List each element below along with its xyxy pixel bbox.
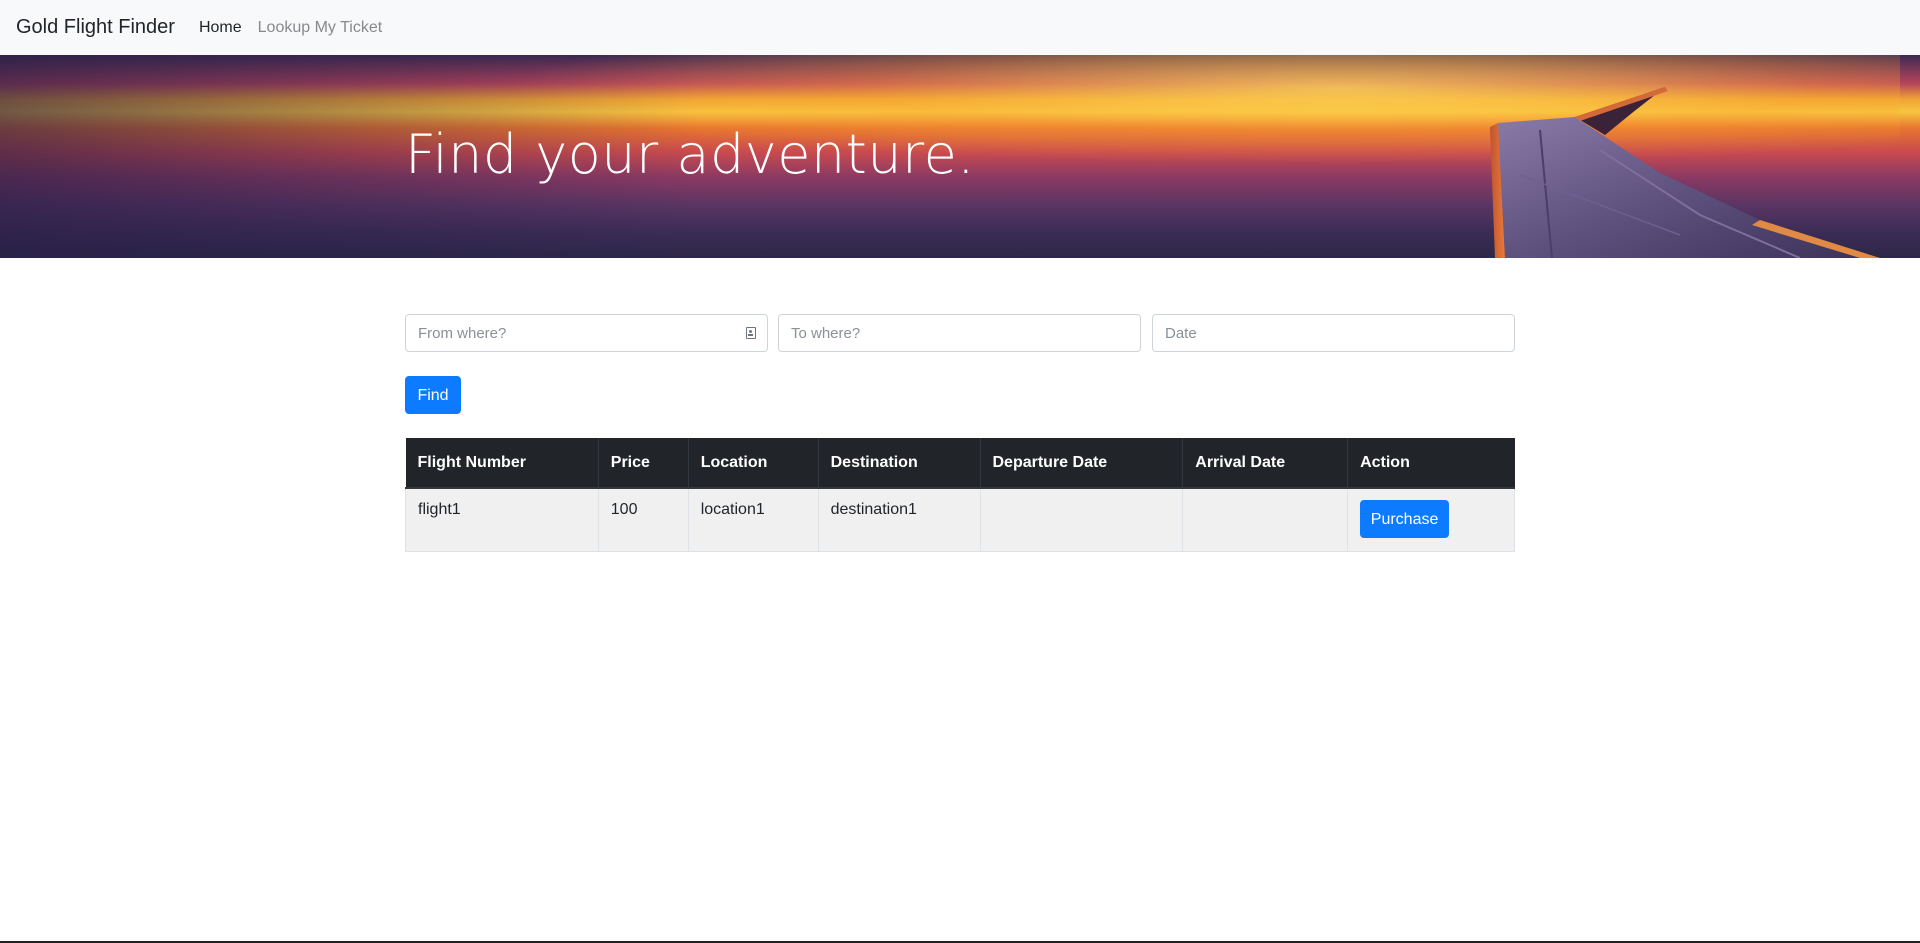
column-header-price: Price	[597, 438, 689, 489]
nav-link-lookup-ticket[interactable]: Lookup My Ticket	[258, 19, 383, 37]
find-button[interactable]: Find	[405, 376, 461, 414]
cell-location: location1	[687, 487, 819, 552]
column-header-destination: Destination	[817, 438, 980, 489]
cell-arrival-date	[1182, 487, 1349, 552]
from-input[interactable]	[405, 314, 768, 352]
hero-title: Find your adventure.	[405, 123, 975, 186]
to-input[interactable]	[778, 314, 1141, 352]
table-header-row: Flight Number Price Location Destination…	[405, 438, 1515, 489]
column-header-arrival-date: Arrival Date	[1182, 438, 1348, 489]
cell-flight-number: flight1	[405, 487, 599, 552]
contact-card-icon[interactable]	[746, 327, 756, 339]
cell-action: Purchase	[1347, 487, 1515, 552]
purchase-button[interactable]: Purchase	[1360, 500, 1450, 538]
column-header-departure-date: Departure Date	[979, 438, 1183, 489]
nav-link-home[interactable]: Home	[199, 19, 242, 37]
navbar: Gold Flight Finder Home Lookup My Ticket	[0, 0, 1920, 55]
column-header-location: Location	[687, 438, 819, 489]
date-input[interactable]	[1152, 314, 1515, 352]
column-header-flight-number: Flight Number	[405, 438, 599, 489]
cell-destination: destination1	[817, 487, 981, 552]
brand-link[interactable]: Gold Flight Finder	[16, 16, 175, 39]
hero-banner: Find your adventure.	[0, 55, 1920, 258]
column-header-action: Action	[1347, 438, 1515, 489]
flights-table: Flight Number Price Location Destination…	[405, 438, 1515, 552]
cell-departure-date	[979, 487, 1184, 552]
cell-price: 100	[597, 487, 689, 552]
table-row: flight1 100 location1 destination1 Purch…	[405, 487, 1515, 552]
